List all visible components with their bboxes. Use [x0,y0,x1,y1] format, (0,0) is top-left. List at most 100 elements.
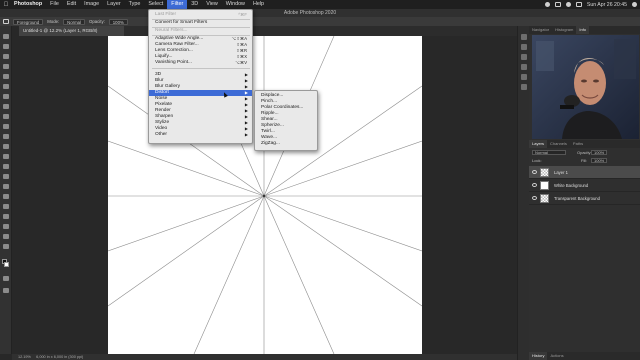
properties-panel-icon[interactable] [521,74,527,80]
photoshop-window:  Photoshop File Edit Image Layer Type S… [0,0,640,360]
quick-mask-icon[interactable] [3,276,9,281]
eye-icon[interactable] [532,196,537,200]
layer-name: Transparent Background [554,196,600,201]
layer-row[interactable]: Transparent Background [529,192,640,205]
tab-navigator[interactable]: Navigator [529,26,552,34]
info-panel-tabs: Navigator Histogram Info [529,26,640,34]
history-brush-tool-icon[interactable] [3,134,9,139]
blend-mode-select[interactable]: Normal [532,150,566,155]
menu-3d[interactable]: 3D [187,0,202,9]
lock-label: Lock: [532,158,542,163]
shape-tool-icon[interactable] [3,214,9,219]
menu-file[interactable]: File [46,0,63,9]
menu-clock[interactable]: Sun Apr 26 20:45 [587,2,627,8]
magic-wand-tool-icon[interactable] [3,64,9,69]
menu-item-neural-filters[interactable]: Neural Filters... [149,28,252,34]
menu-help[interactable]: Help [249,0,268,9]
menu-type[interactable]: Type [125,0,145,9]
apple-icon[interactable]:  [2,2,10,8]
gradient-tool-icon[interactable] [3,154,9,159]
path-selection-tool-icon[interactable] [3,204,9,209]
brush-tool-icon[interactable] [3,114,9,119]
eraser-tool-icon[interactable] [3,144,9,149]
libraries-panel-icon[interactable] [521,64,527,70]
edit-toolbar-icon[interactable] [3,244,9,249]
background-color-swatch[interactable] [4,262,9,267]
menu-filter[interactable]: Filter [167,0,188,9]
menu-item-label: Render [155,108,171,113]
menu-view[interactable]: View [202,0,222,9]
menu-layer[interactable]: Layer [103,0,125,9]
eye-icon[interactable] [532,183,537,187]
tab-channels[interactable]: Channels [547,140,570,148]
opacity-field[interactable]: 100% [108,18,128,25]
menu-image[interactable]: Image [80,0,103,9]
display-icon[interactable] [554,2,561,7]
type-tool-icon[interactable] [3,194,9,199]
wifi-icon[interactable] [565,2,571,7]
menu-select[interactable]: Select [144,0,167,9]
creative-cloud-icon[interactable] [544,2,550,7]
layer-row[interactable]: White Background [529,179,640,192]
opacity-label: Opacity: [89,19,105,24]
marquee-tool-icon[interactable] [3,44,9,49]
menu-item-label: Blur Gallery [155,84,181,89]
layer-row[interactable]: Layer 1 [529,166,640,179]
tab-histogram[interactable]: Histogram [552,26,576,34]
fill-label: Fill: [581,158,588,163]
canvas-center-point [262,194,266,198]
pen-tool-icon[interactable] [3,184,9,189]
tab-info[interactable]: Info [576,26,590,34]
eyedropper-tool-icon[interactable] [3,94,9,99]
menu-item-label: Distort [155,90,169,95]
frame-tool-icon[interactable] [3,84,9,89]
adjustments-panel-icon[interactable] [521,54,527,60]
tab-layers[interactable]: Layers [529,140,548,148]
menu-item-convert-smart-filters[interactable]: Convert for Smart Filters [149,20,252,26]
zoom-tool-icon[interactable] [3,234,9,239]
search-icon[interactable] [632,2,637,7]
tab-paths[interactable]: Paths [570,140,586,148]
layer-opacity-field[interactable]: 100% [591,150,608,155]
menu-item-label: Liquify... [155,54,173,59]
preset-select[interactable]: Foreground [13,18,44,25]
menu-item-shortcut: ^⌘F [238,12,247,17]
color-panel-icon[interactable] [521,34,527,40]
menu-item-vanishing-point[interactable]: Vanishing Point... ⌥⌘V [149,60,252,66]
toolbox [0,26,12,354]
crop-tool-icon[interactable] [3,74,9,79]
hand-tool-icon[interactable] [3,224,9,229]
swatches-panel-icon[interactable] [521,44,527,50]
brushes-panel-icon[interactable] [521,84,527,90]
eye-icon[interactable] [532,170,537,174]
blur-tool-icon[interactable] [3,164,9,169]
menu-item-last-filter[interactable]: Last Filter ^⌘F [149,12,252,18]
menu-window[interactable]: Window [222,0,249,9]
menu-item-other[interactable]: Other ▶ [149,132,252,138]
submenu-item-zigzag[interactable]: ZigZag... [255,141,317,147]
mac-menu-bar:  Photoshop File Edit Image Layer Type S… [0,0,640,9]
fill-field[interactable]: 100% [591,158,608,163]
layer-controls: Normal Opacity: 100% Lock: Fill: 100% [529,148,640,166]
canvas-line [108,195,265,307]
document-tab[interactable]: Untitled-1 @ 12.2% (Layer 1, RGB/8) [19,26,124,36]
dodge-tool-icon[interactable] [3,174,9,179]
layer-opacity-label: Opacity: [577,150,592,155]
mode-select[interactable]: Normal [63,18,86,25]
menu-app-photoshop[interactable]: Photoshop [10,0,46,9]
stamp-tool-icon[interactable] [3,124,9,129]
menu-item-label: Stylize [155,120,170,125]
layer-name: Layer 1 [554,170,568,175]
zoom-readout[interactable]: 12.19% [18,355,31,359]
battery-icon[interactable] [575,2,582,7]
healing-tool-icon[interactable] [3,104,9,109]
panel-icon-strip [517,26,529,360]
move-tool-icon[interactable] [3,34,9,39]
home-icon[interactable] [3,19,9,24]
lasso-tool-icon[interactable] [3,54,9,59]
tab-history[interactable]: History [529,352,548,360]
screen-mode-icon[interactable] [3,288,9,293]
tab-actions[interactable]: Actions [547,352,566,360]
menu-edit[interactable]: Edit [63,0,80,9]
app-title-bar: Adobe Photoshop 2020 [0,9,640,17]
